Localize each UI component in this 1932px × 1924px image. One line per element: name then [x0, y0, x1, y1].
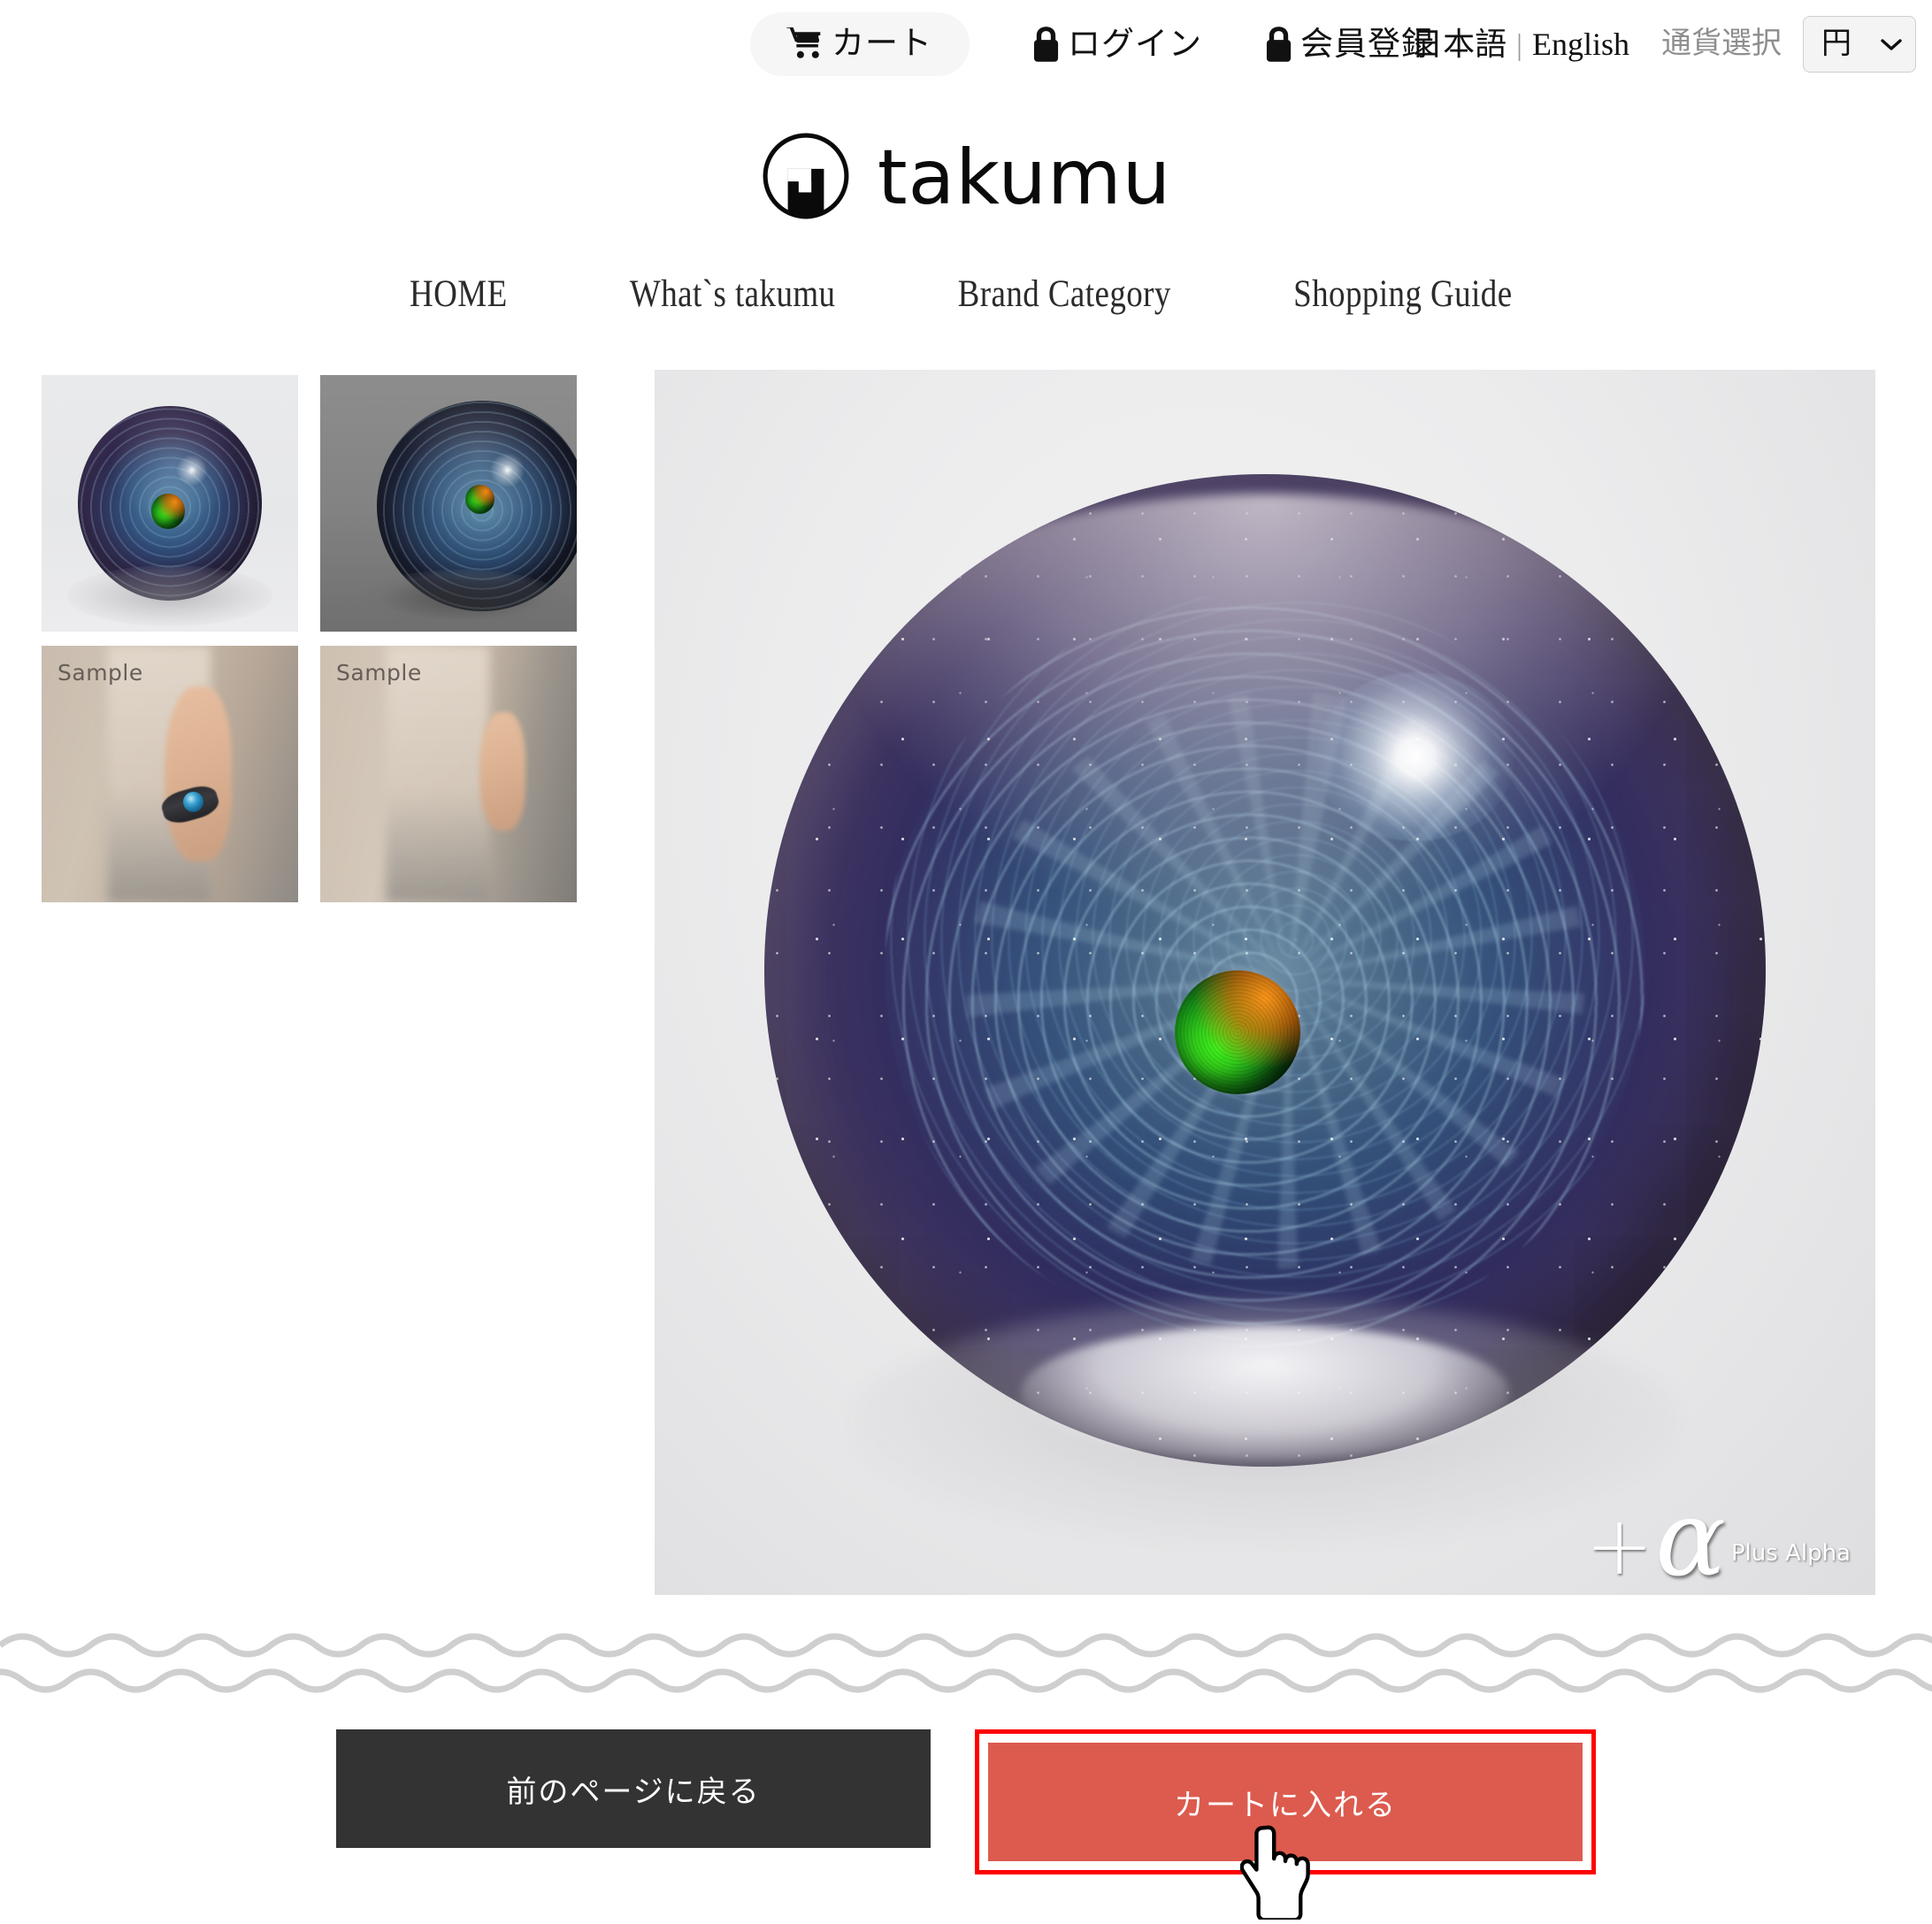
thumbnail-row: [42, 375, 577, 632]
lock-icon: [1264, 26, 1293, 63]
nav-item-shopping-guide[interactable]: Shopping Guide: [1293, 272, 1512, 316]
main-navigation: HOME What`s takumu Brand Category Shoppi…: [0, 272, 1932, 316]
thumbnail-2-image: [320, 375, 577, 632]
site-logo[interactable]: takumu: [0, 131, 1932, 221]
login-link-label: ログイン: [1068, 26, 1202, 63]
nav-item-whats-takumu[interactable]: What`s takumu: [630, 272, 836, 316]
login-link[interactable]: ログイン: [1031, 26, 1202, 63]
watermark-plus-glyph: +: [1585, 1499, 1654, 1594]
nav-item-home[interactable]: HOME: [410, 272, 508, 316]
thumbnail-1-image: [42, 375, 298, 632]
language-option-english[interactable]: English: [1532, 28, 1629, 60]
thumbnail-4[interactable]: Sample: [320, 646, 577, 902]
main-product-image[interactable]: + α Plus Alpha: [655, 370, 1875, 1595]
wave-divider: [0, 1626, 1932, 1700]
locale-currency-group: 日本語 | English 通貨選択 円: [1411, 7, 1916, 81]
thumbnail-row: Sample Sample: [42, 646, 577, 902]
cart-button[interactable]: カート: [750, 12, 970, 76]
utility-links-group: カート ログイン 会員登録: [750, 7, 1435, 81]
nav-item-brand-category[interactable]: Brand Category: [958, 272, 1171, 316]
product-thumbnail-gallery: Sample Sample: [42, 375, 577, 916]
takumu-logo-mark-icon: [761, 131, 851, 221]
add-to-cart-button[interactable]: カートに入れる: [988, 1743, 1583, 1861]
thumbnail-2[interactable]: [320, 375, 577, 632]
watermark-subtitle: Plus Alpha: [1730, 1540, 1851, 1567]
sample-label: Sample: [58, 660, 143, 686]
site-logo-text: takumu: [877, 134, 1172, 222]
thumbnail-1[interactable]: [42, 375, 298, 632]
add-to-cart-highlight: カートに入れる: [975, 1729, 1596, 1874]
chevron-down-icon: [1880, 37, 1903, 51]
language-option-japanese[interactable]: 日本語: [1411, 28, 1506, 60]
shopping-cart-icon: [786, 27, 823, 60]
thumbnail-3[interactable]: Sample: [42, 646, 298, 902]
plus-alpha-watermark: + α Plus Alpha: [1585, 1476, 1851, 1595]
watermark-alpha-glyph: α: [1655, 1476, 1726, 1595]
utility-bar: カート ログイン 会員登録 日本語 | English 通貨選択 円: [0, 0, 1932, 88]
opal-core: [1175, 970, 1301, 1095]
action-button-row: 前のページに戻る カートに入れる: [0, 1729, 1932, 1874]
currency-select-value: 円: [1821, 27, 1852, 60]
language-switcher: 日本語 | English: [1411, 28, 1629, 61]
back-to-previous-page-button[interactable]: 前のページに戻る: [336, 1729, 931, 1848]
currency-select-label: 通貨選択: [1661, 27, 1782, 60]
currency-select[interactable]: 円: [1803, 16, 1916, 73]
cart-button-label: カート: [832, 25, 932, 62]
sample-label: Sample: [336, 660, 422, 686]
lock-icon: [1031, 26, 1061, 63]
product-detail-page: カート ログイン 会員登録 日本語 | English 通貨選択 円 takum…: [0, 0, 1932, 1924]
register-link[interactable]: 会員登録: [1264, 26, 1435, 63]
language-separator: |: [1516, 28, 1522, 62]
orb-base-highlight: [1021, 1325, 1509, 1460]
